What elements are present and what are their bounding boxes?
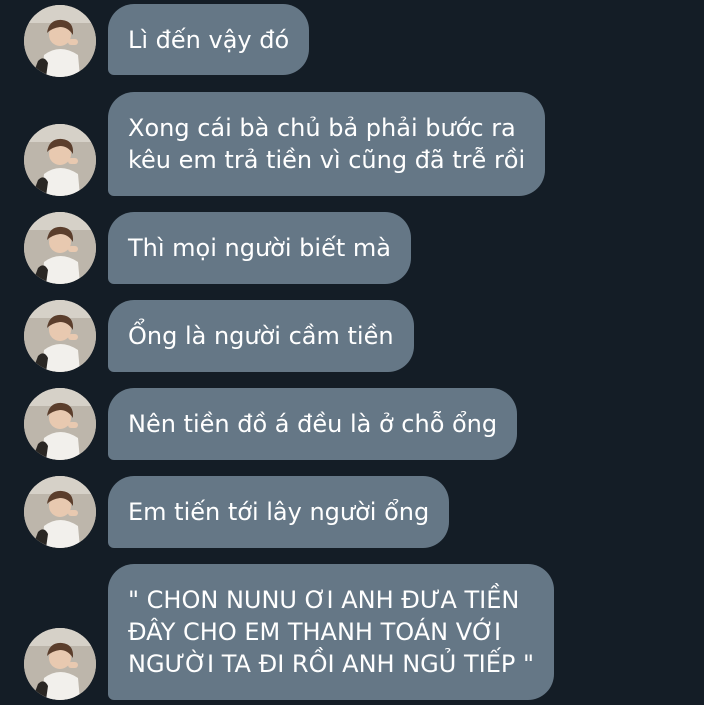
avatar[interactable] bbox=[24, 300, 96, 372]
message-bubble[interactable]: Thì mọi người biết mà bbox=[108, 212, 411, 284]
profile-photo-icon bbox=[24, 388, 96, 460]
message-bubble[interactable]: Xong cái bà chủ bả phải bước ra kêu em t… bbox=[108, 92, 546, 196]
profile-photo-icon bbox=[24, 212, 96, 284]
profile-photo-icon bbox=[24, 300, 96, 372]
avatar[interactable] bbox=[24, 388, 96, 460]
message-bubble[interactable]: Em tiến tới lây người ổng bbox=[108, 476, 450, 548]
profile-photo-icon bbox=[24, 124, 96, 196]
profile-photo-icon bbox=[24, 628, 96, 700]
chat-thread: Lì đến vậy đó Xong cái bà chủ bả phải bư… bbox=[0, 0, 704, 705]
profile-photo-icon bbox=[24, 5, 96, 77]
message-bubble[interactable]: Ổng là người cầm tiền bbox=[108, 300, 414, 372]
avatar[interactable] bbox=[24, 476, 96, 548]
avatar[interactable] bbox=[24, 212, 96, 284]
message-bubble[interactable]: Nên tiền đồ á đều là ở chỗ ổng bbox=[108, 388, 518, 460]
avatar[interactable] bbox=[24, 124, 96, 196]
profile-photo-icon bbox=[24, 476, 96, 548]
avatar[interactable] bbox=[24, 628, 96, 700]
avatar[interactable] bbox=[24, 5, 96, 77]
message-bubble[interactable]: Lì đến vậy đó bbox=[108, 4, 310, 75]
message-bubble[interactable]: " CHON NUNU ƠI ANH ĐƯA TIỀN ĐÂY CHO EM T… bbox=[108, 564, 555, 700]
